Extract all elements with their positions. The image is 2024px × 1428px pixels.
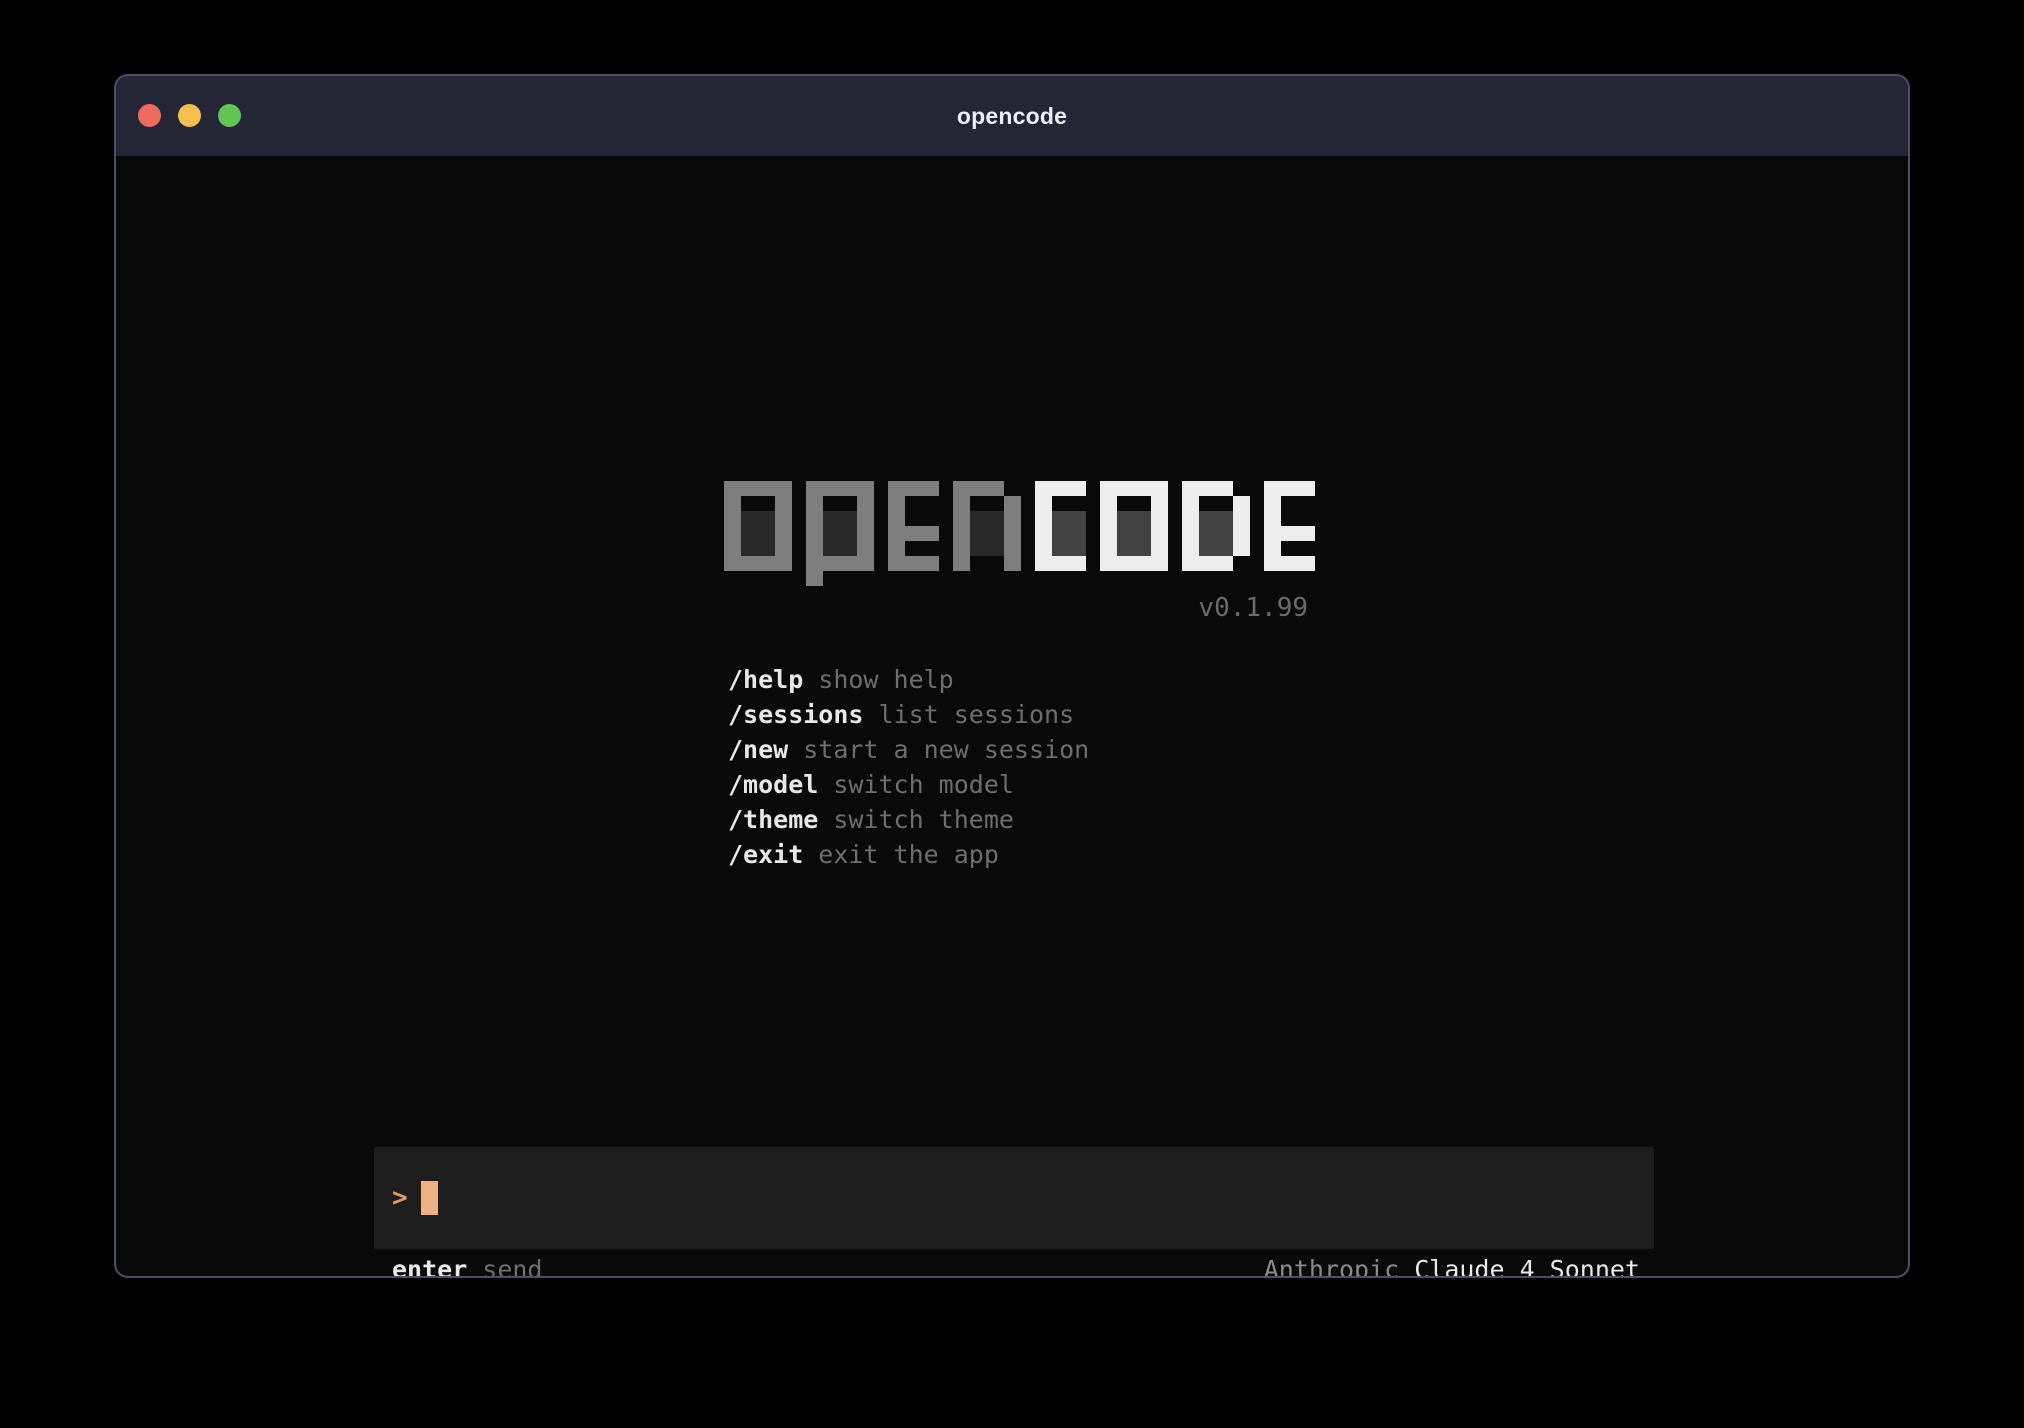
logo-letter-c xyxy=(1035,481,1086,571)
logo-letter-e xyxy=(1264,481,1315,571)
command-list: /help show help/sessions list sessions/new… xyxy=(728,662,1089,872)
model-indicator[interactable]: Anthropic Claude 4 Sonnet xyxy=(1264,1254,1640,1278)
command-row-sessions[interactable]: /sessions list sessions xyxy=(728,697,1089,732)
window-titlebar[interactable]: opencode xyxy=(116,76,1908,156)
command-description: start a new session xyxy=(803,735,1089,764)
opencode-logo xyxy=(724,481,1315,586)
command-row-theme[interactable]: /theme switch theme xyxy=(728,802,1089,837)
text-cursor xyxy=(421,1181,438,1215)
terminal-content: v0.1.99 /help show help/sessions list sess… xyxy=(116,156,1908,1278)
command-description: exit the app xyxy=(818,840,999,869)
command-description: show help xyxy=(818,665,953,694)
minimize-window-button[interactable] xyxy=(178,104,201,127)
command-row-model[interactable]: /model switch model xyxy=(728,767,1089,802)
logo-letter-n xyxy=(953,481,1021,571)
desktop: { "window": { "title": "opencode", "traf… xyxy=(0,0,2024,1428)
command-name: /new xyxy=(728,735,788,764)
command-name: /exit xyxy=(728,840,803,869)
logo-letter-d xyxy=(1182,481,1250,571)
prompt-symbol: > xyxy=(392,1183,408,1213)
zoom-window-button[interactable] xyxy=(218,104,241,127)
command-row-new[interactable]: /new start a new session xyxy=(728,732,1089,767)
window-title: opencode xyxy=(957,103,1067,130)
command-row-exit[interactable]: /exit exit the app xyxy=(728,837,1089,872)
traffic-lights xyxy=(138,104,241,127)
logo-letter-p xyxy=(806,481,874,586)
send-action-label: send xyxy=(482,1255,542,1278)
command-row-help[interactable]: /help show help xyxy=(728,662,1089,697)
command-description: list sessions xyxy=(878,700,1074,729)
command-name: /help xyxy=(728,665,803,694)
send-hint: enter send xyxy=(392,1254,542,1278)
close-window-button[interactable] xyxy=(138,104,161,127)
logo-letter-e xyxy=(888,481,939,571)
model-name-label: Claude 4 Sonnet xyxy=(1414,1255,1640,1278)
command-name: /theme xyxy=(728,805,818,834)
command-name: /model xyxy=(728,770,818,799)
version-label: v0.1.99 xyxy=(1198,593,1308,623)
model-provider-label: Anthropic xyxy=(1264,1255,1399,1278)
opencode-window: opencode v0.1.99 /help show help/sessions… xyxy=(114,74,1910,1278)
prompt-input[interactable]: > xyxy=(374,1147,1654,1249)
logo-letter-o xyxy=(1100,481,1168,571)
enter-key-label: enter xyxy=(392,1255,467,1278)
command-description: switch model xyxy=(833,770,1014,799)
status-bar: enter send Anthropic Claude 4 Sonnet xyxy=(374,1254,1654,1278)
logo-letter-o xyxy=(724,481,792,571)
command-name: /sessions xyxy=(728,700,863,729)
command-description: switch theme xyxy=(833,805,1014,834)
